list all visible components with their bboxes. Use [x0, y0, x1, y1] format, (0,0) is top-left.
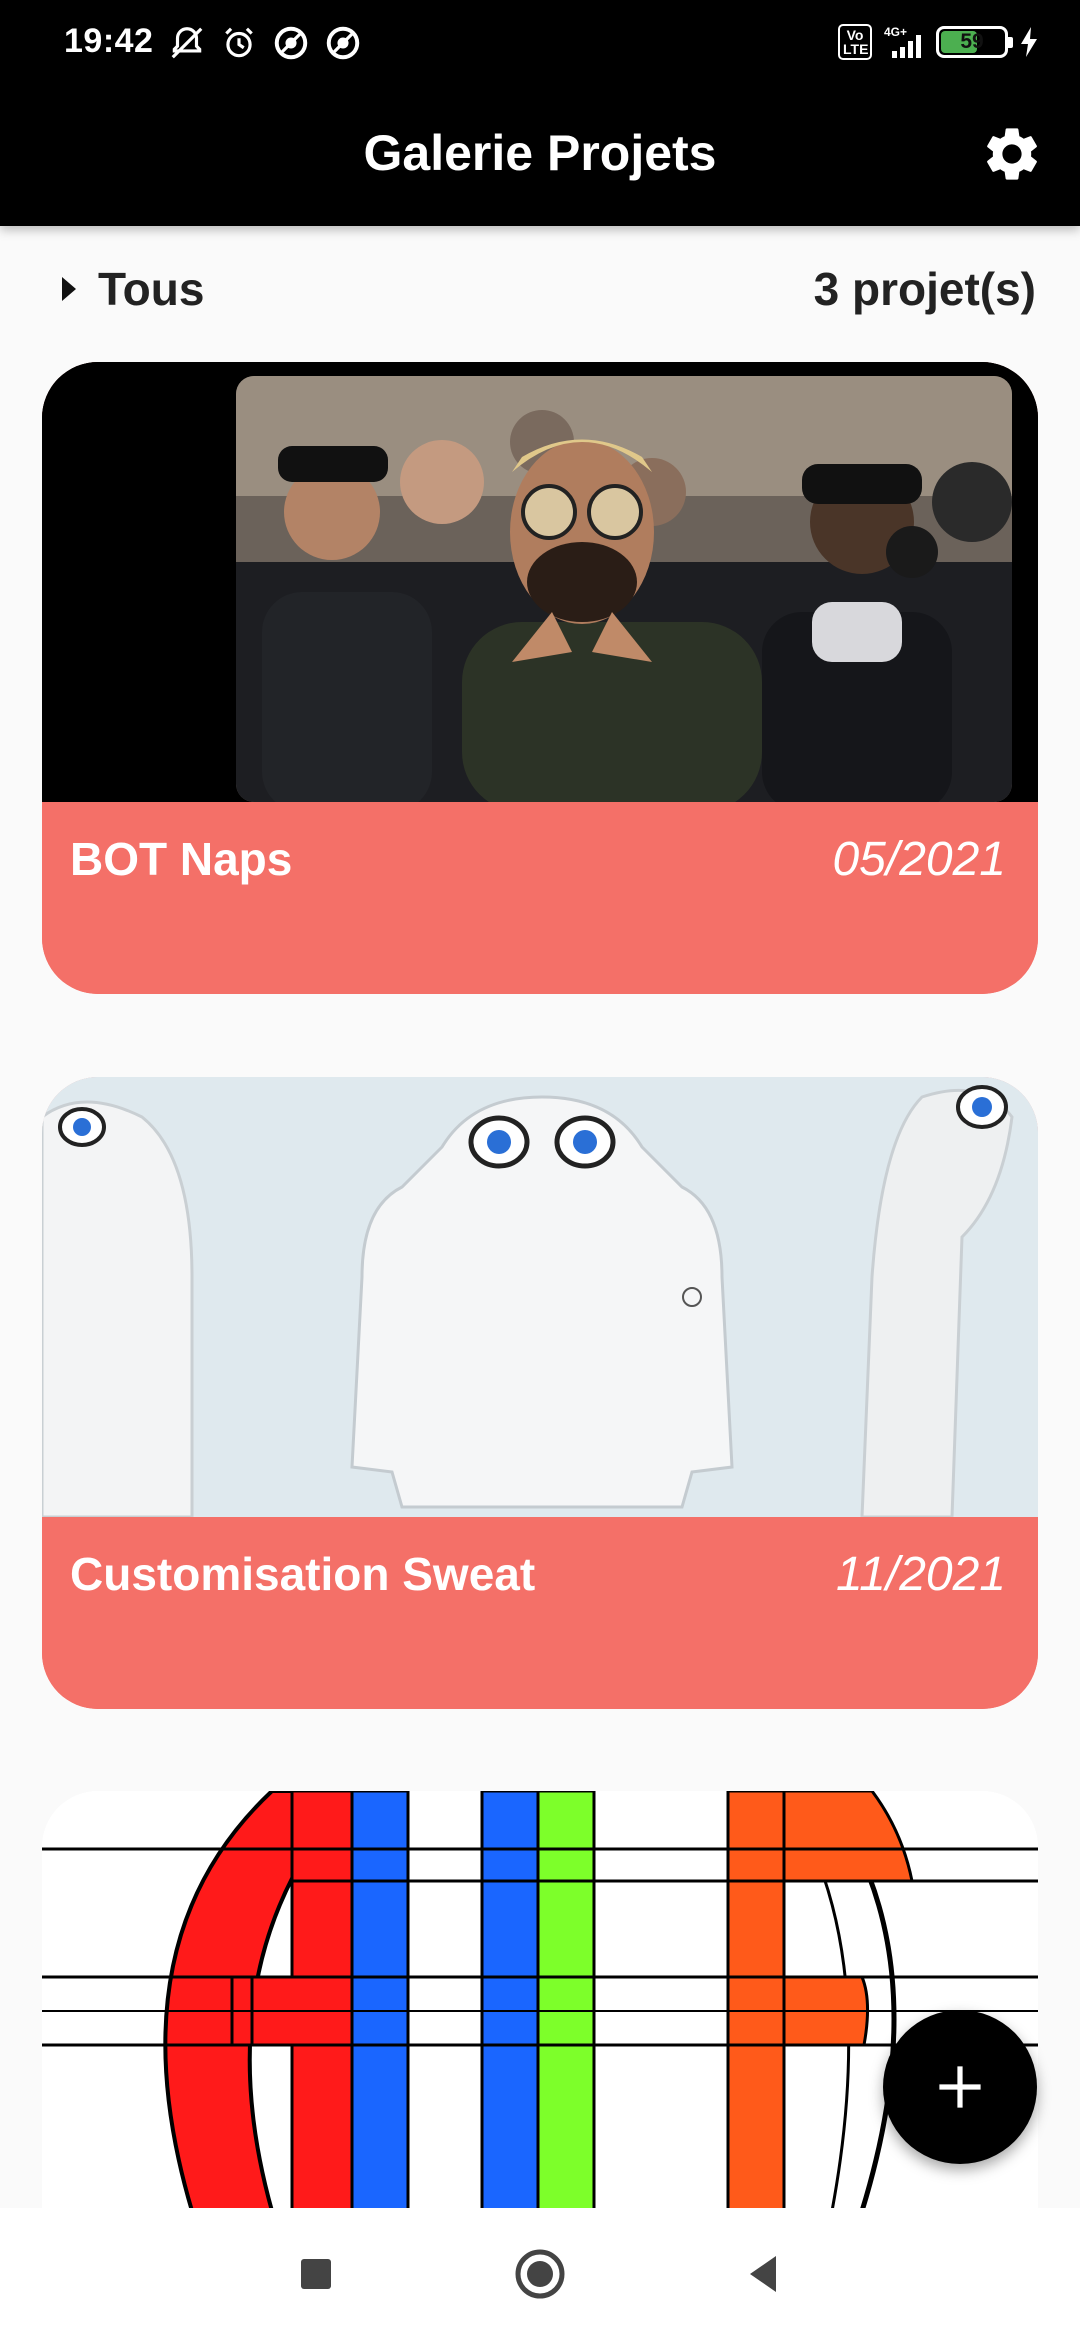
project-date: 11/2021 — [836, 1548, 1006, 1601]
status-time: 19:42 — [64, 22, 154, 60]
project-title: BOT Naps — [70, 833, 293, 885]
project-image — [42, 1077, 1038, 1517]
battery-level: 59 — [960, 30, 984, 53]
logo-image — [42, 1791, 1038, 2213]
caret-right-icon — [62, 277, 76, 301]
screen: 19:42 Vo LTE 4G+ 59 Galerie Projets Tous… — [0, 0, 1080, 2340]
gear-icon[interactable] — [980, 122, 1044, 186]
battery-tip — [1008, 37, 1013, 48]
filter-dropdown[interactable]: Tous — [62, 262, 204, 316]
project-count: 3 projet(s) — [813, 263, 1036, 315]
charging-icon — [1021, 27, 1037, 57]
app-bar: Galerie Projets — [0, 86, 1080, 226]
volte-badge: Vo LTE — [838, 24, 872, 60]
battery-icon: 59 — [936, 26, 1013, 58]
system-nav-bar — [0, 2208, 1080, 2340]
project-image — [42, 362, 1038, 802]
plus-icon — [939, 2066, 981, 2108]
svg-text:4G+: 4G+ — [884, 25, 907, 39]
app-notification-icon — [274, 26, 308, 60]
page-title: Galerie Projets — [363, 125, 717, 181]
group-photo-image — [42, 362, 1038, 802]
app-notification-icon — [326, 26, 360, 60]
alarm-icon — [225, 27, 253, 58]
project-card-footer: BOT Naps 05/2021 — [42, 802, 1038, 994]
recents-icon[interactable] — [288, 2246, 344, 2302]
project-title: Customisation Sweat — [70, 1548, 536, 1600]
home-icon[interactable] — [512, 2246, 568, 2302]
filter-row: Tous 3 projet(s) — [0, 226, 1080, 344]
status-icons — [168, 24, 362, 62]
project-date: 05/2021 — [832, 833, 1006, 886]
project-card-footer: Customisation Sweat 11/2021 — [42, 1517, 1038, 1709]
status-right: Vo LTE 4G+ 59 — [838, 24, 1040, 60]
back-icon[interactable] — [736, 2246, 792, 2302]
filter-label: Tous — [98, 263, 205, 315]
project-card[interactable]: Customisation Sweat 11/2021 — [42, 1077, 1038, 1709]
signal-icon: 4G+ — [884, 25, 921, 58]
notifications-off-icon — [171, 27, 203, 59]
hoodie-image — [42, 1077, 1038, 1517]
add-project-button[interactable] — [883, 2010, 1037, 2164]
status-bar: 19:42 Vo LTE 4G+ 59 — [0, 0, 1080, 86]
project-card[interactable]: BOT Naps 05/2021 — [42, 362, 1038, 994]
